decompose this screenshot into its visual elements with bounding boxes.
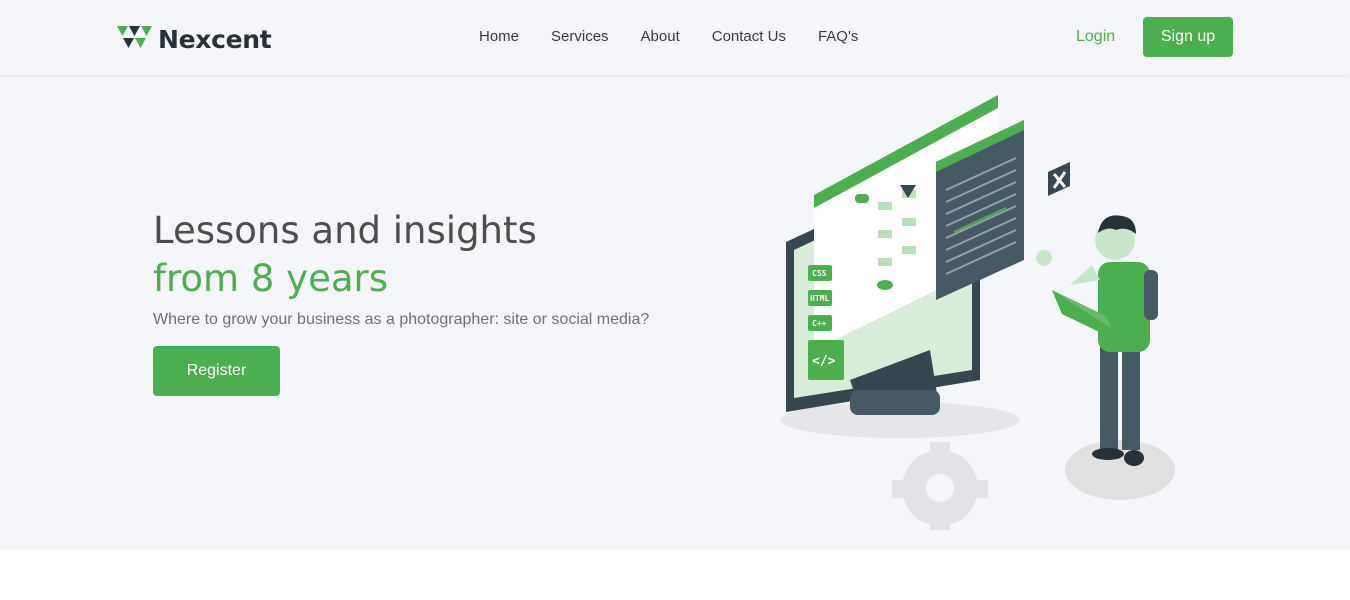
gear-icon — [892, 442, 988, 530]
badge-cpp-label: C++ — [812, 319, 827, 328]
signup-button[interactable]: Sign up — [1143, 17, 1233, 57]
hero-section: Lessons and insights from 8 years Where … — [0, 75, 1350, 550]
register-button[interactable]: Register — [153, 346, 280, 396]
main-nav: Home Services About Contact Us FAQ's — [479, 28, 890, 45]
hero-subtitle: Where to grow your business as a photogr… — [153, 311, 650, 328]
developer-illustration: CSS HTML C++ </> — [780, 95, 1175, 530]
hero-headline: Lessons and insights from 8 years — [153, 207, 537, 303]
nav-link-services[interactable]: Services — [551, 28, 609, 45]
badge-html-label: HTML — [810, 294, 829, 303]
hero-headline-line2: from 8 years — [153, 257, 388, 300]
hero-headline-line1: Lessons and insights — [153, 209, 537, 252]
navbar: Nexcent Home Services About Contact Us F… — [0, 0, 1350, 75]
nav-link-faq[interactable]: FAQ's — [818, 28, 858, 45]
brand-name: Nexcent — [158, 24, 272, 54]
person-shadow — [1065, 440, 1175, 500]
code-tag-label: </> — [812, 354, 836, 369]
close-icon — [1048, 162, 1070, 196]
nav-link-contact[interactable]: Contact Us — [712, 28, 786, 45]
nav-link-home[interactable]: Home — [479, 28, 519, 45]
nav-link-about[interactable]: About — [641, 28, 680, 45]
badge-css-label: CSS — [812, 269, 827, 278]
person-figure — [1036, 215, 1158, 466]
logo-icon — [117, 26, 152, 48]
login-link[interactable]: Login — [1076, 28, 1115, 46]
logo[interactable]: Nexcent — [117, 24, 272, 54]
